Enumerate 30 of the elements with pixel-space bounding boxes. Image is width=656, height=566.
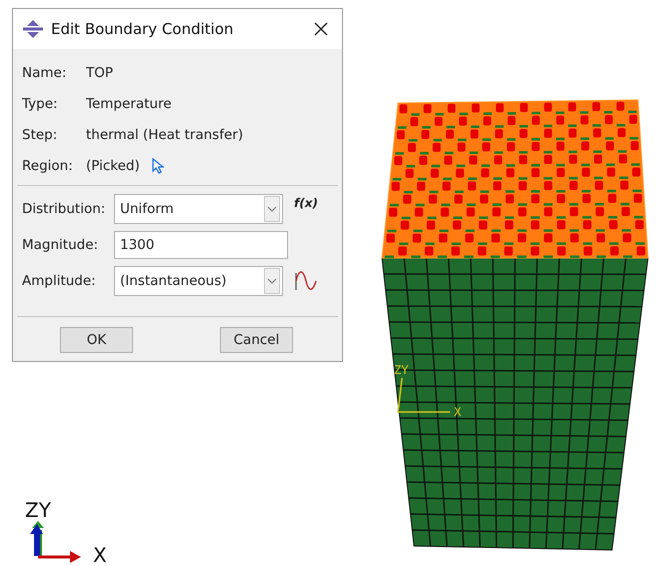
- info-value: Temperature: [86, 96, 172, 112]
- axis-label: ZY: [394, 363, 408, 377]
- caret-icon: [267, 278, 277, 284]
- info-value: (Picked): [86, 158, 140, 174]
- field-label: Distribution:: [22, 201, 106, 217]
- input-field[interactable]: 1300: [114, 231, 288, 259]
- move-icon: [23, 20, 43, 38]
- axis-label: X: [93, 543, 107, 566]
- wave-icon[interactable]: [295, 271, 317, 291]
- info-value: thermal (Heat transfer): [86, 126, 244, 142]
- info-label: Type:: [22, 96, 59, 112]
- dialog-button[interactable]: OK: [60, 327, 133, 353]
- field-label: Amplitude:: [22, 273, 97, 289]
- function-button[interactable]: f(x): [294, 196, 318, 210]
- window-title: Edit Boundary Condition: [51, 20, 234, 38]
- field-label: Magnitude:: [22, 237, 100, 253]
- close-button[interactable]: [314, 22, 328, 36]
- dropdown[interactable]: Uniform: [114, 194, 283, 224]
- caret-icon: [267, 206, 277, 212]
- axis-triad-icon: [30, 521, 81, 563]
- info-label: Region:: [22, 158, 74, 174]
- cursor-icon[interactable]: [152, 158, 164, 174]
- info-label: Step:: [22, 126, 58, 142]
- axis-drawing: [397, 378, 450, 413]
- info-value: TOP: [86, 64, 114, 80]
- axis-label: X: [454, 405, 462, 419]
- dialog-button[interactable]: Cancel: [220, 327, 293, 353]
- info-label: Name:: [22, 64, 68, 80]
- dropdown[interactable]: (Instantaneous): [114, 266, 283, 296]
- axis-label: ZY: [25, 498, 51, 522]
